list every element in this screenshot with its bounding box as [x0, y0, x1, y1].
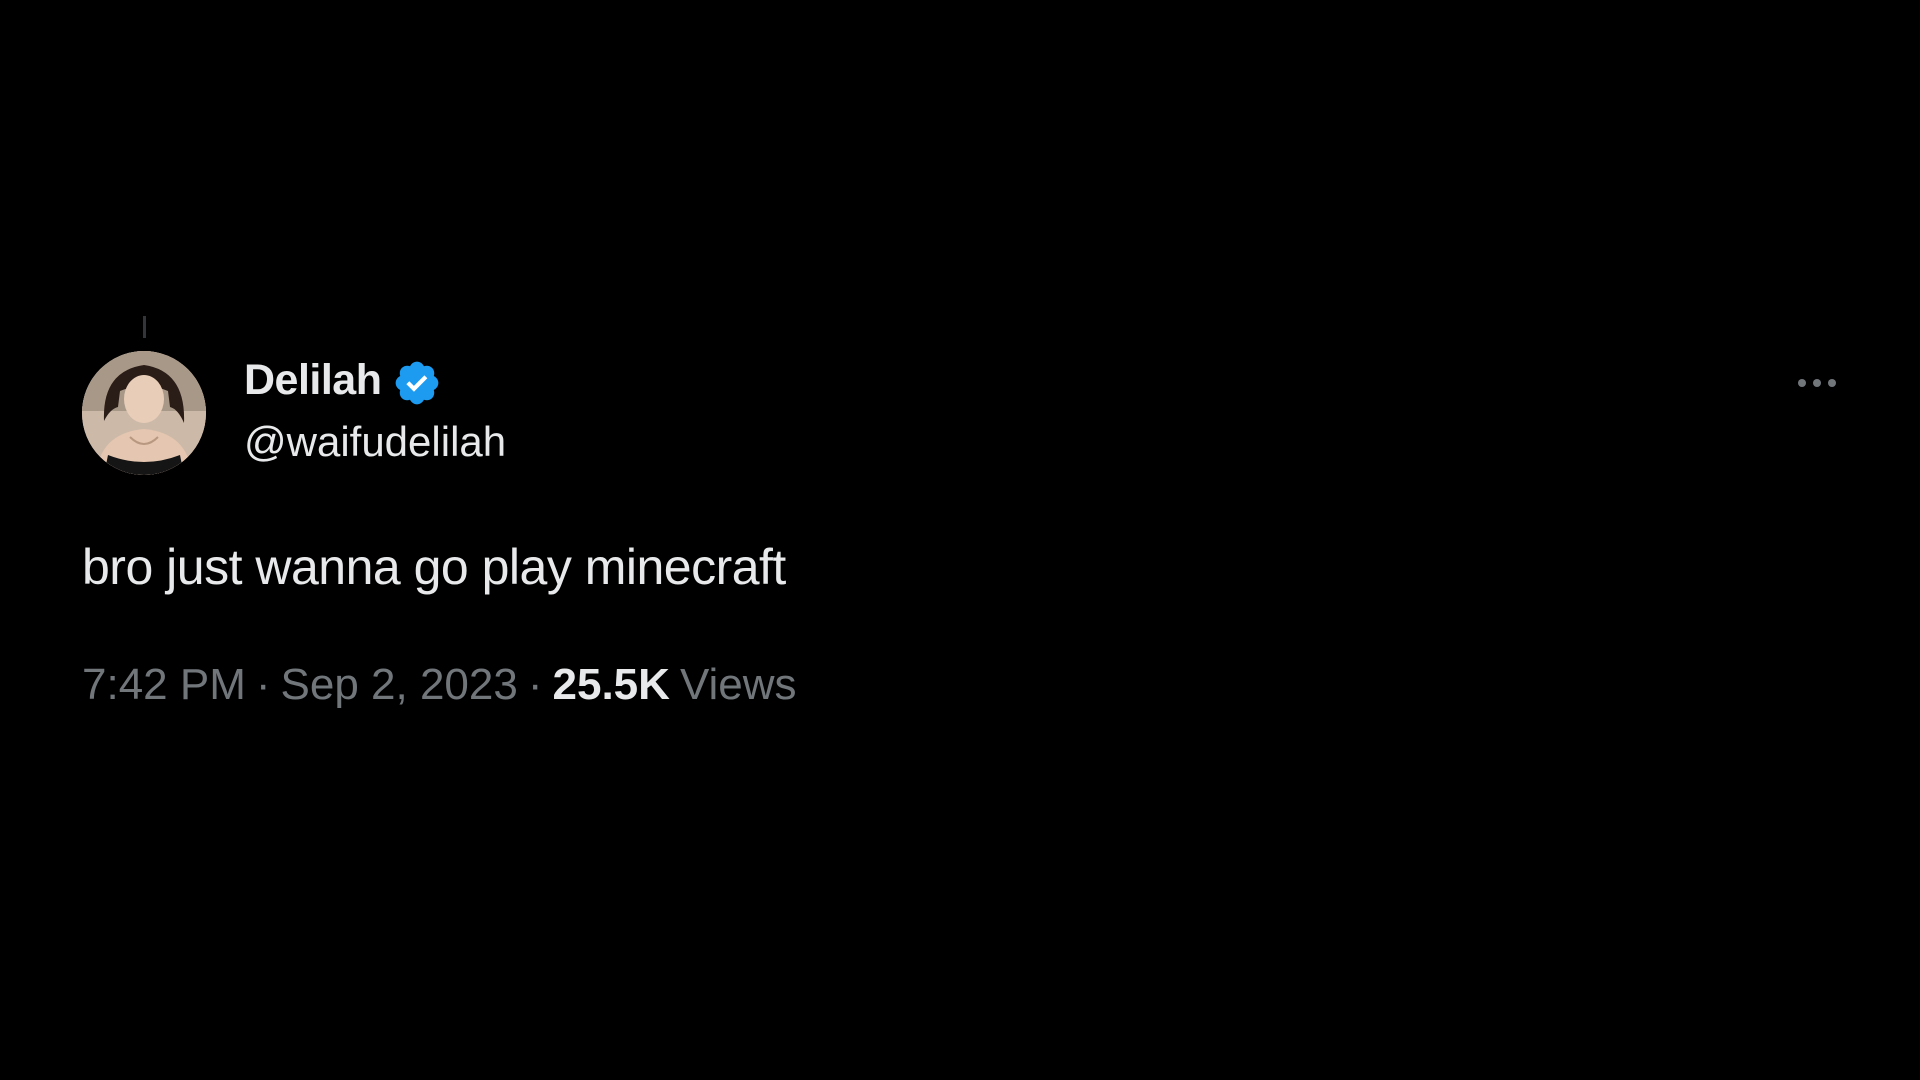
verified-badge-icon[interactable] [392, 358, 442, 408]
avatar-image [82, 351, 206, 475]
tweet-meta: 7:42 PM · Sep 2, 2023 · 25.5K Views [82, 660, 797, 710]
more-icon-dot [1828, 379, 1836, 387]
thread-line [143, 316, 146, 338]
more-icon-dot [1813, 379, 1821, 387]
display-name[interactable]: Delilah [244, 356, 382, 405]
author-handle[interactable]: @waifudelilah [244, 418, 506, 466]
more-icon [1798, 379, 1806, 387]
separator: · [255, 660, 271, 709]
tweet-time[interactable]: 7:42 PM [82, 660, 246, 709]
tweet-date[interactable]: Sep 2, 2023 [281, 660, 518, 709]
tweet-text: bro just wanna go play minecraft [82, 539, 786, 595]
views-label: Views [679, 660, 797, 709]
more-options-button[interactable] [1787, 363, 1847, 403]
tweet: Delilah @waifudelilah bro just wanna go … [0, 0, 1920, 1080]
author-name-row: Delilah [244, 352, 442, 408]
views-count: 25.5K [552, 660, 670, 709]
avatar[interactable] [82, 351, 206, 475]
separator: · [527, 660, 543, 709]
